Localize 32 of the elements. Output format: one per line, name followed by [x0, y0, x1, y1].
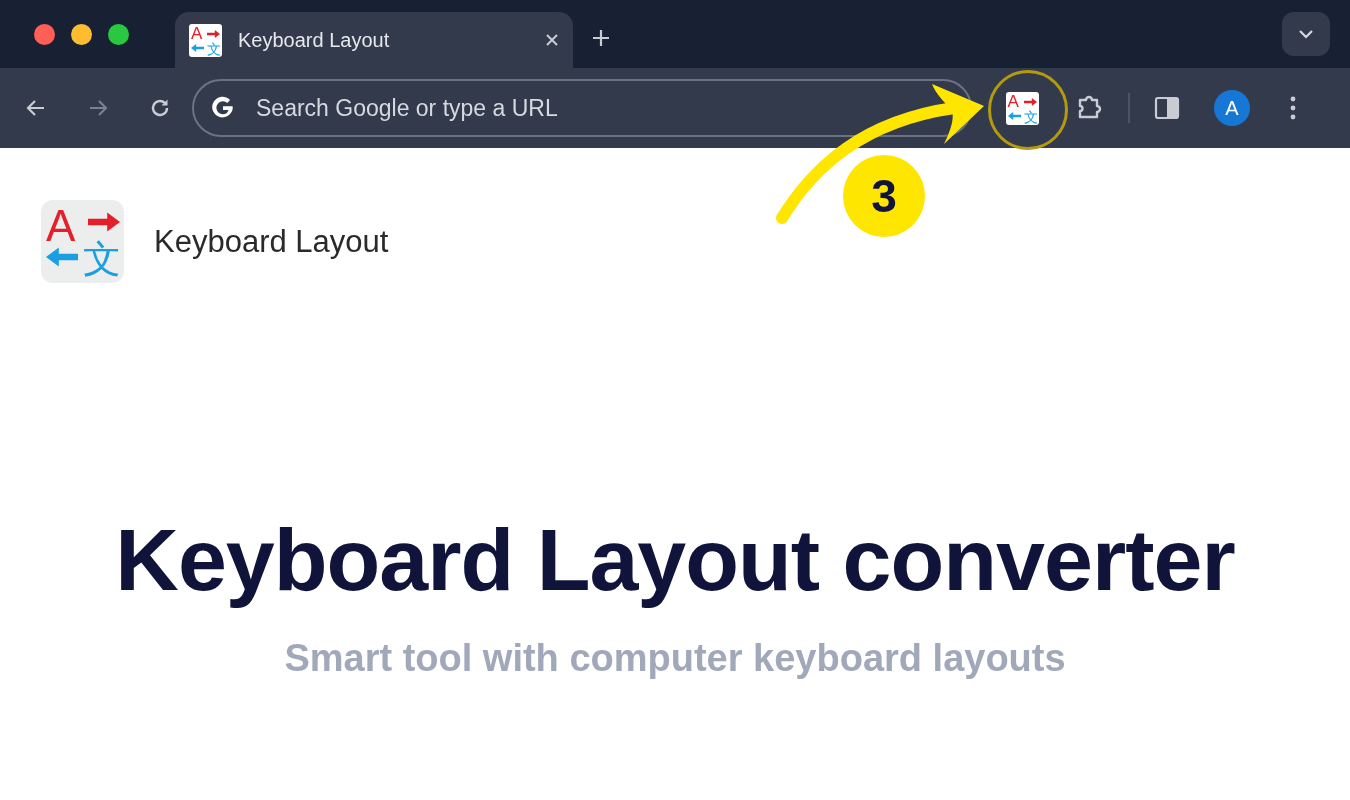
- logo-letter: 文: [1023, 109, 1038, 124]
- site-title: Keyboard Layout: [154, 223, 389, 260]
- profile-avatar[interactable]: A: [1214, 90, 1250, 126]
- side-panel-icon: [1154, 95, 1180, 121]
- browser-tab[interactable]: A 文 Keyboard Layout: [175, 12, 573, 68]
- more-vertical-icon: [1290, 96, 1296, 120]
- step-badge: 3: [843, 155, 925, 237]
- window-close-button[interactable]: [34, 23, 55, 45]
- extension-button[interactable]: A 文: [1005, 91, 1039, 125]
- logo-letter: A: [46, 204, 76, 248]
- right-arrow-icon: [207, 29, 220, 38]
- left-arrow-icon: [46, 247, 78, 267]
- plus-icon: [591, 28, 611, 48]
- window-zoom-button[interactable]: [108, 23, 129, 45]
- left-arrow-icon: [1007, 111, 1021, 120]
- tab-title: Keyboard Layout: [238, 28, 391, 52]
- address-input[interactable]: Search Google or type a URL: [256, 94, 586, 122]
- left-arrow-icon: [191, 43, 204, 52]
- menu-button[interactable]: [1290, 96, 1296, 120]
- right-arrow-icon: [1023, 97, 1037, 106]
- right-arrow-icon: [88, 212, 120, 232]
- page-headline: Keyboard Layout converter: [115, 509, 1235, 611]
- side-panel-button[interactable]: [1154, 95, 1180, 121]
- logo-letter: A: [191, 24, 203, 42]
- chevron-down-icon: [1298, 29, 1314, 39]
- logo-letter: 文: [83, 240, 121, 278]
- close-icon[interactable]: [545, 33, 559, 47]
- page-subtitle: Smart tool with computer keyboard layouts: [284, 637, 1066, 680]
- logo-letter: 文: [207, 41, 221, 56]
- logo-letter: A: [1007, 92, 1019, 110]
- window-minimize-button[interactable]: [71, 23, 92, 45]
- address-bar[interactable]: Search Google or type a URL: [192, 79, 972, 137]
